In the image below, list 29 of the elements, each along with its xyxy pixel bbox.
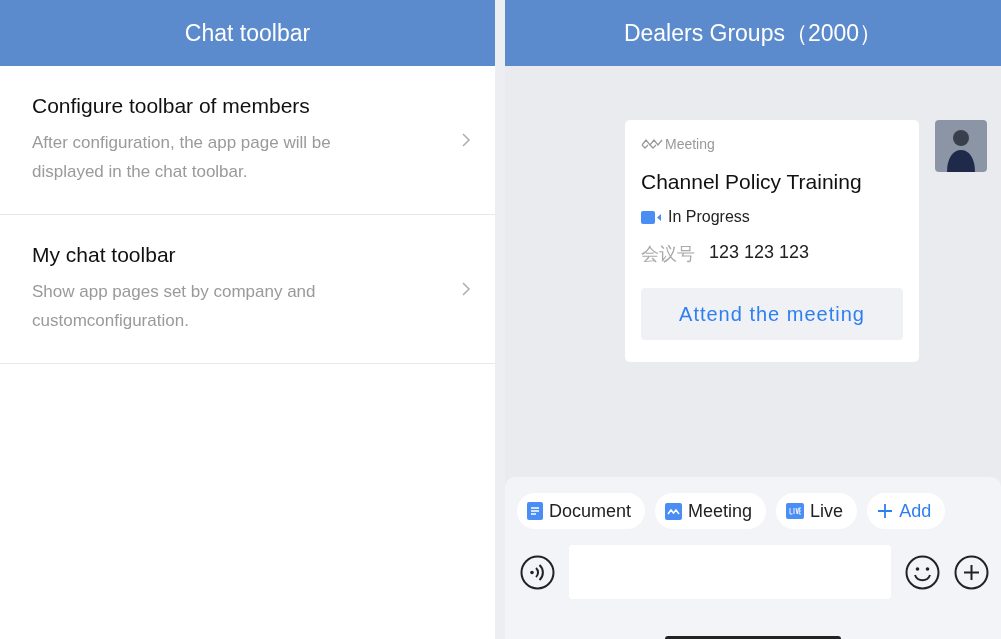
item-description: Show app pages set by company and customconfiguration.: [32, 281, 317, 332]
avatar-photo-placeholder: [935, 120, 987, 172]
meeting-status: In Progress: [668, 208, 750, 226]
emoji-icon[interactable]: [905, 554, 940, 590]
video-camera-icon: [641, 210, 662, 224]
meeting-logo-icon: [641, 138, 663, 150]
item-title: Configure toolbar of members: [32, 94, 311, 118]
meeting-title: Channel Policy Training: [641, 170, 863, 194]
settings-list-item[interactable]: My chat toolbar Show app pages set by company and customconfiguration.: [0, 215, 495, 364]
chevron-right-icon: [461, 281, 471, 297]
app-label: Meeting: [665, 136, 715, 152]
toolbar-app-button[interactable]: Document: [517, 493, 646, 529]
chevron-right-icon: [461, 132, 471, 148]
live-app-icon: [786, 503, 805, 519]
plus-icon: [877, 503, 894, 519]
toolbar-app-button[interactable]: Meeting: [655, 493, 767, 529]
toolbar-app-button[interactable]: Live: [776, 493, 858, 529]
page-title: Chat toolbar: [184, 19, 311, 47]
add-icon[interactable]: [954, 554, 989, 590]
settings-list-item[interactable]: Configure toolbar of members After configuration, the app page will be displayed in the chat toolbar.: [0, 66, 495, 215]
document-icon: [527, 502, 543, 520]
meeting-id: 123 123 123: [709, 242, 810, 264]
item-description: After configuration, the app page will be displayed in the chat toolbar.: [32, 132, 332, 183]
item-title: My chat toolbar: [32, 243, 177, 267]
chat-title: Dealers Groups（2000）: [623, 18, 883, 48]
meeting-id-label: 会议号: [641, 243, 695, 266]
meeting-app-icon: [665, 502, 683, 520]
voice-icon[interactable]: [520, 554, 555, 590]
toolbar-app-button[interactable]: Add: [867, 493, 946, 529]
